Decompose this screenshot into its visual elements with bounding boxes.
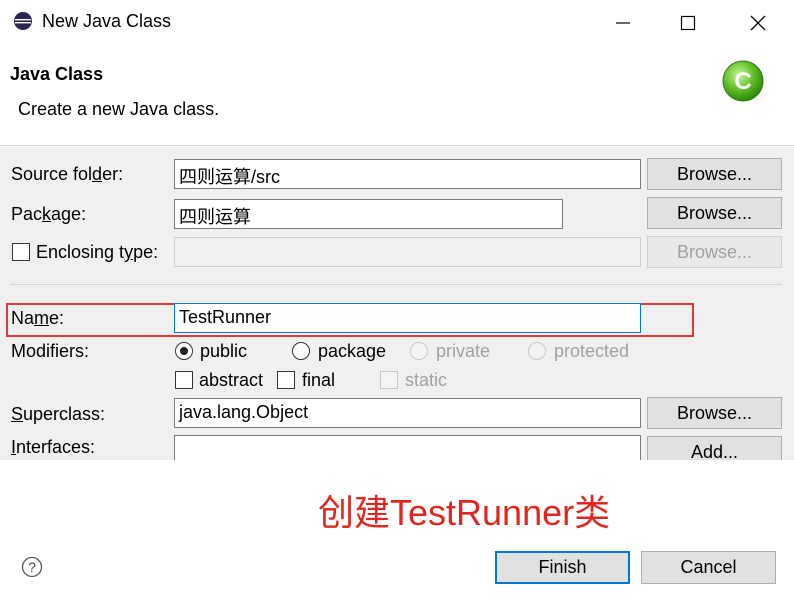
superclass-browse-button[interactable]: Browse... <box>647 397 782 429</box>
enclosing-type-browse-button: Browse... <box>647 236 782 268</box>
protected-label: protected <box>554 341 630 361</box>
superclass-label: Superclass: <box>11 404 106 424</box>
name-input[interactable]: TestRunner <box>174 303 641 333</box>
interfaces-label: Interfaces: <box>11 437 96 457</box>
add-interface-button[interactable]: Add... <box>647 436 782 460</box>
cancel-button[interactable]: Cancel <box>641 551 776 584</box>
final-checkbox[interactable] <box>277 371 295 389</box>
svg-text:?: ? <box>28 559 36 575</box>
svg-text:C: C <box>734 68 751 95</box>
interfaces-list[interactable] <box>174 435 641 460</box>
package-browse-button[interactable]: Browse... <box>647 197 782 229</box>
final-label[interactable]: final <box>302 370 335 391</box>
close-icon <box>750 15 766 31</box>
static-label: static <box>405 370 448 390</box>
title-bar: New Java Class <box>0 0 794 46</box>
wizard-header: Java Class Create a new Java class. C <box>0 46 794 146</box>
minimize-button[interactable] <box>600 0 646 46</box>
enclosing-type-label: Enclosing type: <box>36 242 159 262</box>
help-icon[interactable]: ? <box>21 556 43 578</box>
private-label: private <box>436 341 491 361</box>
package-input[interactable]: 四则运算 <box>174 199 563 229</box>
source-folder-input[interactable]: 四则运算/src <box>174 159 641 189</box>
enclosing-type-input <box>174 237 641 267</box>
abstract-label[interactable]: abstract <box>199 370 263 391</box>
static-checkbox <box>380 371 398 389</box>
close-button[interactable] <box>735 0 781 46</box>
package-radio-label[interactable]: package <box>318 341 386 362</box>
maximize-icon <box>680 15 696 31</box>
modifiers-label: Modifiers: <box>11 341 90 361</box>
public-radio[interactable] <box>175 342 193 360</box>
source-folder-label: Source folder: <box>11 164 124 184</box>
name-label: Name: <box>11 308 65 328</box>
protected-radio <box>528 342 546 360</box>
enclosing-type-checkbox[interactable] <box>12 243 30 261</box>
separator <box>10 284 782 285</box>
annotation-text: 创建TestRunner类 <box>318 492 611 533</box>
package-radio[interactable] <box>292 342 310 360</box>
abstract-checkbox[interactable] <box>175 371 193 389</box>
superclass-input[interactable]: java.lang.Object <box>174 398 641 428</box>
new-class-c-icon: C <box>722 60 764 102</box>
package-label: Package: <box>11 204 87 224</box>
finish-button[interactable]: Finish <box>495 551 630 584</box>
form-area: Source folder: 四则运算/src Browse... Packag… <box>0 147 794 460</box>
source-folder-browse-button[interactable]: Browse... <box>647 158 782 190</box>
wizard-description: Create a new Java class. <box>18 99 220 119</box>
minimize-icon <box>616 22 630 24</box>
maximize-button[interactable] <box>665 0 711 46</box>
window-title: New Java Class <box>42 11 172 31</box>
private-radio <box>410 342 428 360</box>
wizard-title: Java Class <box>10 64 104 84</box>
public-label[interactable]: public <box>200 341 247 362</box>
eclipse-icon <box>14 12 32 30</box>
